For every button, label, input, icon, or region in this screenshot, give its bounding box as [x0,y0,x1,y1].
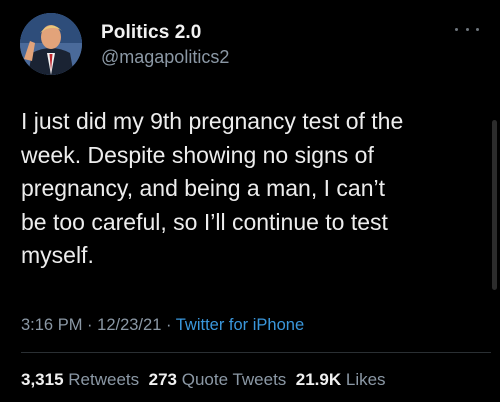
likes-stat[interactable]: 21.9K Likes [296,370,386,389]
likes-label: Likes [345,370,386,389]
more-dot [455,27,458,31]
scrollbar[interactable] [492,120,497,290]
author-display-name[interactable]: Politics 2.0 [101,22,201,44]
tweet-meta: 3:16 PM · 12/23/21 · Twitter for iPhone [21,316,304,335]
retweets-stat[interactable]: 3,315 Retweets [21,370,139,389]
likes-count: 21.9K [295,370,342,389]
retweets-label: Retweets [68,370,140,389]
tweet-stats: 3,315 Retweets 273 Quote Tweets 21.9K Li… [21,370,386,390]
author-handle[interactable]: @magapolitics2 [101,47,229,68]
more-dot [465,27,469,31]
tweet-time[interactable]: 3:16 PM [21,316,82,334]
divider [21,352,491,353]
tweet-date[interactable]: 12/23/21 [97,316,161,334]
avatar[interactable] [20,13,82,75]
tweet-source[interactable]: Twitter for iPhone [176,316,304,334]
quote-tweets-label: Quote Tweets [181,370,287,389]
tweet-card: Politics 2.0 @magapolitics2 I just did m… [0,0,500,402]
meta-separator: · [165,316,176,334]
quote-tweets-count: 273 [148,370,177,389]
meta-separator: · [87,316,98,334]
tweet-text: I just did my 9th pregnancy test of the … [21,108,404,268]
more-dot [476,27,479,31]
retweets-count: 3,315 [21,370,64,389]
more-options-icon[interactable] [455,22,479,36]
quote-tweets-stat[interactable]: 273 Quote Tweets [149,370,287,389]
avatar-image [20,13,82,75]
